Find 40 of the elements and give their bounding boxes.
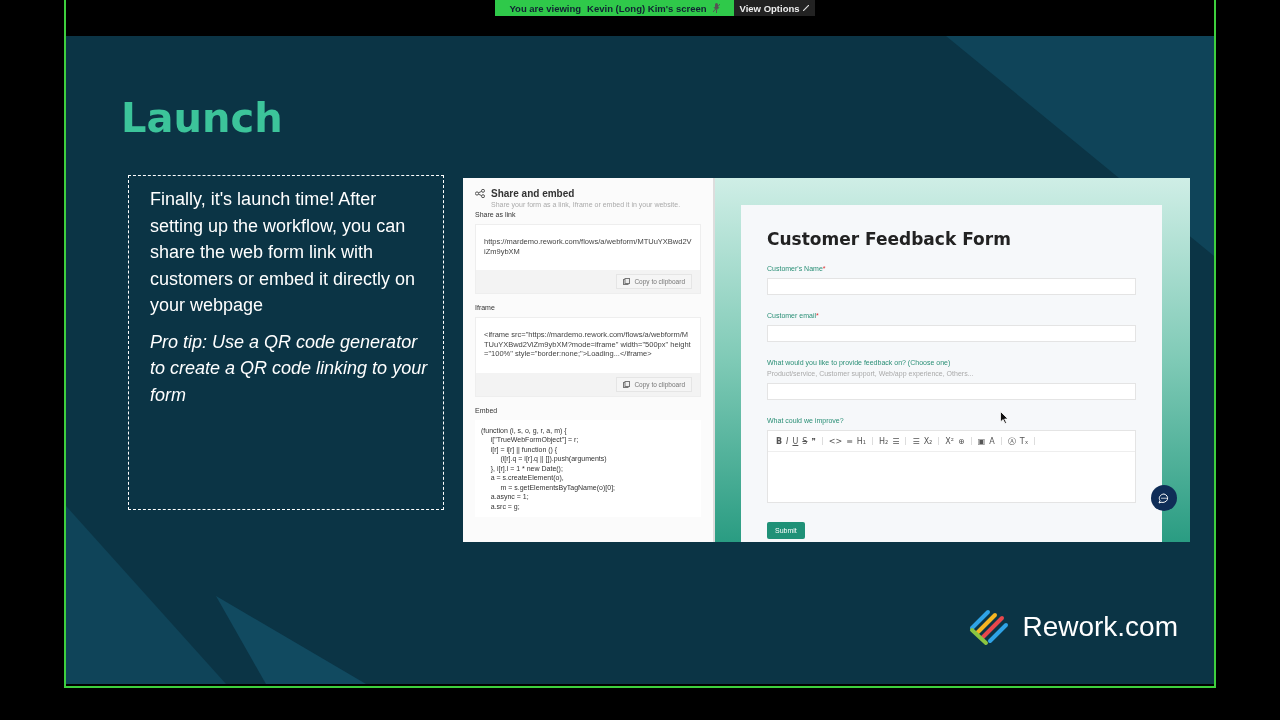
muted-mic-icon	[712, 3, 720, 13]
toolbar-button[interactable]: ☰	[890, 436, 902, 446]
toolbar-button[interactable]: A	[987, 436, 997, 446]
cursor-icon	[1000, 411, 1009, 424]
toolbar-button[interactable]: H₂	[877, 436, 891, 446]
panel-title: Share and embed	[491, 188, 575, 199]
chat-button[interactable]	[1151, 485, 1177, 511]
toolbar-button[interactable]: Tₓ	[1017, 436, 1031, 446]
toolbar-button[interactable]: <>	[826, 436, 845, 446]
input-field[interactable]	[767, 325, 1136, 342]
logo-icon	[968, 608, 1011, 646]
toolbar-button[interactable]: I	[784, 436, 791, 446]
toolbar-button[interactable]: ▣	[975, 436, 988, 446]
logo-text: Rework.com	[1022, 611, 1178, 643]
toolbar-button[interactable]: S	[800, 436, 810, 446]
toolbar-button[interactable]: X²	[943, 436, 956, 446]
tip-text: Pro tip: Use a QR code generator to create a QR code linking to your form	[150, 330, 429, 407]
toolbar-button[interactable]: ⊕	[956, 436, 967, 446]
toolbar-button[interactable]: ☰	[910, 436, 922, 446]
share-icon	[475, 189, 485, 198]
toolbar-button[interactable]: X₂	[921, 436, 935, 446]
toolbar-button[interactable]: ❞	[809, 436, 818, 446]
viewing-label: You are viewing	[509, 2, 582, 14]
presenter-name: Kevin (Long) Kim's screen	[587, 2, 707, 14]
input-field[interactable]	[767, 278, 1136, 295]
input-field[interactable]	[767, 383, 1136, 400]
rich-text-editor[interactable]: B I U S ❞ <> ≡ H₁ H₂ ☰ ☰ X₂ X² ⊕ ▣ A Ⓐ Tₓ	[767, 430, 1136, 503]
toolbar-button[interactable]: U	[790, 436, 801, 446]
toolbar-button[interactable]: Ⓐ	[1005, 435, 1018, 447]
slide-title: Launch	[120, 94, 283, 142]
pen-icon	[802, 5, 809, 11]
copy-icon	[623, 380, 631, 388]
chat-icon	[1158, 492, 1170, 504]
view-options-button[interactable]: View Options	[733, 0, 815, 16]
toolbar-button[interactable]: ≡	[844, 436, 855, 446]
toolbar-button[interactable]: H₁	[854, 436, 869, 446]
copy-icon	[623, 278, 631, 285]
form-title: Customer Feedback Form	[767, 229, 1012, 249]
toolbar-button[interactable]: B	[774, 436, 785, 446]
description-text: Finally, it's launch time! After setting up the workflow, you can share the web form link with customers or embed it directly on your webpage	[150, 188, 417, 317]
